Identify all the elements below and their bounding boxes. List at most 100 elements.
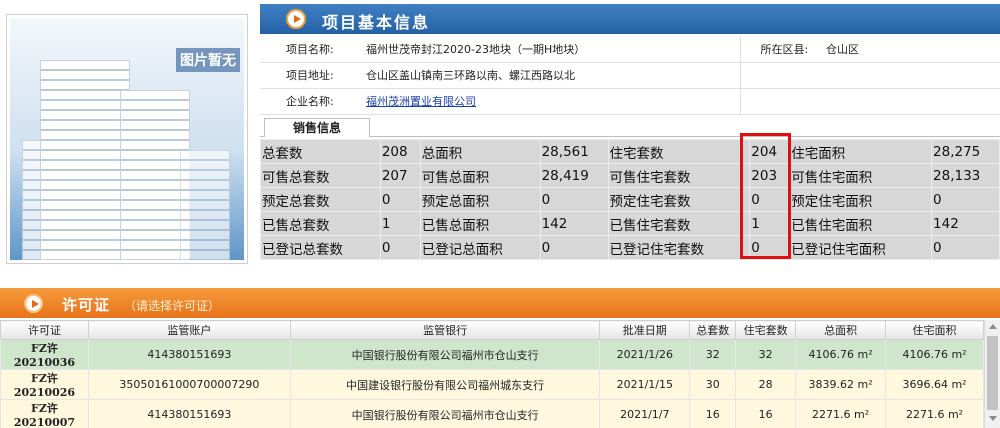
sales-label: 预定总套数 (260, 187, 381, 212)
sales-value: 0 (379, 235, 421, 260)
sales-label: 已登记总面积 (419, 235, 541, 260)
column-header: 总面积 (795, 320, 887, 340)
table-row[interactable]: FZ许20210007 414380151693 中国银行股份有限公司福州市仓山支行… (0, 399, 984, 428)
scroll-up-icon[interactable] (989, 324, 997, 329)
district-label: 所在区县: (739, 36, 820, 63)
sales-value: 28,561 (539, 139, 609, 164)
sales-label: 已登记总套数 (260, 235, 381, 260)
permit-number: FZ许20210036 (0, 339, 89, 370)
supervision-account: 35050161000700007290 (87, 369, 291, 400)
empty-cell (739, 88, 820, 115)
residential-area: 2271.6 m² (885, 399, 984, 428)
project-info-header: 项目基本信息 (260, 4, 1000, 34)
column-header: 住宅面积 (885, 320, 984, 340)
company-label: 企业名称: (260, 88, 360, 115)
column-header: 住宅套数 (735, 320, 797, 340)
residential-units: 28 (735, 369, 797, 400)
sales-value: 0 (539, 235, 609, 260)
table-scrollbar[interactable] (984, 320, 1000, 428)
sales-label: 已售总面积 (419, 211, 541, 236)
sales-label: 可售住宅套数 (607, 163, 751, 188)
sales-label: 总面积 (419, 139, 541, 164)
sales-value: 208 (379, 139, 421, 164)
building-graphic (40, 60, 130, 260)
building-graphic (180, 150, 230, 260)
permit-subtitle: （请选择许可证） (124, 299, 221, 313)
tab-underline (260, 136, 1000, 137)
sales-label: 已登记住宅面积 (789, 235, 933, 260)
total-area: 3839.62 m² (795, 369, 887, 400)
sales-label: 可售住宅面积 (789, 163, 933, 188)
sales-label: 预定住宅面积 (789, 187, 933, 212)
highlight-box (740, 133, 791, 259)
address-value: 仓山区盖山镇南三环路以南、螺江西路以北 (360, 62, 740, 89)
total-units: 30 (689, 369, 737, 400)
sales-label: 总套数 (260, 139, 381, 164)
project-photo: 图片暂无 (10, 18, 244, 260)
supervision-bank: 中国建设银行股份有限公司福州城东支行 (289, 369, 601, 400)
section-title: 项目基本信息 (322, 13, 431, 32)
sales-info-table: 总套数 208 总面积 28,561 住宅套数 204 住宅面积 28,275 可售总套数 207… (260, 139, 1000, 260)
sales-value: 0 (379, 187, 421, 212)
sales-value: 1 (379, 211, 421, 236)
company-link[interactable]: 福州茂洲置业有限公司 (366, 95, 476, 108)
sales-label: 已售总套数 (260, 211, 381, 236)
sales-label: 预定总面积 (419, 187, 541, 212)
sales-label: 住宅套数 (607, 139, 751, 164)
district-value: 仓山区 (820, 36, 1000, 63)
sales-value: 142 (931, 211, 1000, 236)
sales-value: 28,133 (931, 163, 1000, 188)
project-name-value: 福州世茂帝封江2020-23地块（一期H地块） (360, 36, 740, 63)
sales-label: 预定住宅套数 (607, 187, 751, 212)
arrow-circle-icon (286, 9, 306, 29)
column-header: 总套数 (689, 320, 737, 340)
tab-sales-info[interactable]: 销售信息 (264, 118, 370, 137)
sales-value: 207 (379, 163, 421, 188)
total-units: 16 (689, 399, 737, 428)
empty-cell (820, 88, 1000, 115)
permit-header: 许可证 （请选择许可证） (0, 288, 1000, 318)
sales-label: 已售住宅套数 (607, 211, 751, 236)
empty-cell (820, 62, 1000, 89)
approval-date: 2021/1/15 (599, 369, 691, 400)
table-row[interactable]: FZ许20210036 414380151693 中国银行股份有限公司福州市仓山支行… (0, 339, 984, 370)
company-cell: 福州茂洲置业有限公司 (360, 88, 740, 115)
column-header: 许可证 (0, 320, 89, 340)
column-header: 监管账户 (87, 320, 291, 340)
sales-row: 已登记总套数 0 已登记总面积 0 已登记住宅套数 0 已登记住宅面积 0 (260, 235, 1000, 260)
total-area: 4106.76 m² (795, 339, 887, 370)
column-header: 批准日期 (599, 320, 691, 340)
sales-label: 已登记住宅套数 (607, 235, 751, 260)
residential-units: 16 (735, 399, 797, 428)
column-header: 监管银行 (289, 320, 601, 340)
sales-label: 已售住宅面积 (789, 211, 933, 236)
supervision-bank: 中国银行股份有限公司福州市仓山支行 (289, 339, 601, 370)
permit-number: FZ许20210026 (0, 369, 89, 400)
sales-value: 142 (539, 211, 609, 236)
address-label: 项目地址: (260, 62, 360, 89)
project-info-table: 项目名称: 福州世茂帝封江2020-23地块（一期H地块） 所在区县: 仓山区 … (260, 36, 1000, 115)
project-name-label: 项目名称: (260, 36, 360, 63)
residential-units: 32 (735, 339, 797, 370)
sales-label: 可售总套数 (260, 163, 381, 188)
approval-date: 2021/1/26 (599, 339, 691, 370)
supervision-account: 414380151693 (87, 399, 291, 428)
permits-table: 许可证 监管账户 监管银行 批准日期 总套数 住宅套数 总面积 住宅面积 FZ许2021003… (0, 320, 984, 428)
approval-date: 2021/1/7 (599, 399, 691, 428)
total-area: 2271.6 m² (795, 399, 887, 428)
scroll-down-icon[interactable] (989, 416, 997, 421)
permit-title: 许可证 (62, 296, 111, 314)
total-units: 32 (689, 339, 737, 370)
scrollbar-thumb[interactable] (987, 336, 998, 410)
sales-row: 总套数 208 总面积 28,561 住宅套数 204 住宅面积 28,275 (260, 139, 1000, 164)
sales-row: 预定总套数 0 预定总面积 0 预定住宅套数 0 预定住宅面积 0 (260, 187, 1000, 212)
sales-value: 28,419 (539, 163, 609, 188)
permit-number: FZ许20210007 (0, 399, 89, 428)
residential-area: 3696.64 m² (885, 369, 984, 400)
no-image-label: 图片暂无 (176, 48, 240, 72)
sales-value: 0 (931, 235, 1000, 260)
arrow-circle-icon (24, 294, 43, 313)
sales-label: 可售总面积 (419, 163, 541, 188)
residential-area: 4106.76 m² (885, 339, 984, 370)
table-row[interactable]: FZ许20210026 35050161000700007290 中国建设银行股份有… (0, 369, 984, 400)
